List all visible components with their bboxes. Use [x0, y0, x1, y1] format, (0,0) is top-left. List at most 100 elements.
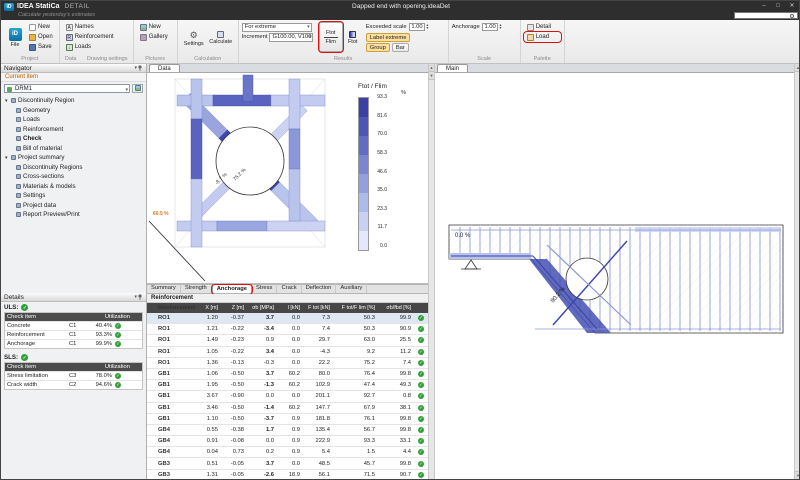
tab-anchorage[interactable]: Anchorage — [212, 284, 252, 293]
ftot-flim-button[interactable]: Ftot Flim — [319, 22, 343, 52]
tab-stress[interactable]: Stress — [252, 284, 277, 293]
tab-summary[interactable]: Summary — [147, 284, 181, 293]
vertical-scrollbar[interactable]: ▲ ▼ — [428, 64, 435, 479]
current-item-picture-button[interactable] — [132, 84, 143, 93]
tab-data[interactable]: Data — [149, 64, 180, 72]
scroll-down-icon[interactable]: ▼ — [429, 72, 434, 80]
pin-icon[interactable] — [137, 294, 143, 300]
tree-item-bill-of-material[interactable]: Bill of material — [1, 144, 146, 154]
group-label-pictures: Pictures — [134, 56, 177, 62]
spin-down-icon[interactable]: ▼ — [426, 27, 429, 31]
search-input[interactable] — [735, 13, 789, 18]
tab-deflection[interactable]: Deflection — [302, 284, 337, 293]
increment-select[interactable]: G100.00, V100.00... ▾ — [269, 33, 313, 42]
tree-item-geometry[interactable]: Geometry — [1, 106, 146, 116]
increment-value: G100.00, V100.00... — [272, 34, 313, 40]
table-row[interactable]: RO11.20-0.373.70.07.350.399.9✓ — [147, 313, 428, 324]
check-icon: ✓ — [418, 337, 424, 343]
maximize-button[interactable]: □ — [771, 1, 785, 11]
names-toggle[interactable]: A Names — [63, 22, 130, 32]
table-row[interactable]: GB13.46-0.50-1.460.2147.767.938.1✓ — [147, 403, 428, 414]
legend-band — [359, 136, 368, 155]
ftot-button[interactable]: Ftot — [343, 22, 363, 54]
table-row[interactable]: GB13.67-0.900.00.0201.192.70.8✓ — [147, 391, 428, 402]
table-row[interactable]: RO11.36-0.13-0.30.022.275.27.4✓ — [147, 358, 428, 369]
pin-icon[interactable] — [137, 65, 143, 71]
check-combination: C1 — [69, 323, 85, 329]
tree-item-project-data[interactable]: Project data — [1, 201, 146, 211]
cell: -0.50 — [221, 371, 247, 377]
minimize-button[interactable]: – — [757, 1, 771, 11]
tree-item-reinforcement[interactable]: Reinforcement — [1, 125, 146, 135]
load-palette-button[interactable]: Load — [524, 32, 561, 42]
group-toggle[interactable]: Group — [366, 43, 390, 52]
spin-down-icon[interactable]: ▼ — [499, 27, 502, 31]
new-button[interactable]: New — [26, 22, 56, 32]
reinforcement-section-header[interactable]: Reinforcement — [147, 294, 428, 303]
details-row-stress-limitation[interactable]: Stress limitationC378.0%✓ — [5, 371, 142, 380]
tab-strength[interactable]: Strength — [181, 284, 212, 293]
table-row[interactable]: GB40.55-0.381.70.9135.456.799.8✓ — [147, 425, 428, 436]
exceeded-scale-stepper[interactable]: 1.00 ▲ ▼ — [409, 23, 429, 31]
loads-toggle[interactable]: ↓ Loads — [63, 42, 130, 52]
details-row-concrete[interactable]: ConcreteC140.4%✓ — [5, 321, 142, 330]
reinforcement-toggle[interactable]: R Reinforcement — [63, 32, 130, 42]
tree-item-label: Project data — [23, 202, 56, 209]
details-row-reinforcement[interactable]: ReinforcementC193.3%✓ — [5, 330, 142, 339]
bar-toggle[interactable]: Bar — [392, 43, 409, 52]
scroll-down-icon[interactable]: ▼ — [795, 471, 800, 479]
search-box[interactable] — [734, 12, 798, 19]
tree-item-report-preview-print[interactable]: Report Preview/Print — [1, 210, 146, 220]
scroll-up-icon[interactable]: ▲ — [429, 64, 434, 72]
anchorage-scale-stepper[interactable]: 1.00 ▲ ▼ — [482, 23, 502, 31]
table-row[interactable]: RO11.21-0.22-3.40.07.450.390.9✓ — [147, 324, 428, 335]
table-row[interactable]: GB40.91-0.080.00.9222.993.333.1✓ — [147, 436, 428, 447]
label-extreme-toggle[interactable]: Label extreme — [366, 33, 411, 42]
file-button[interactable]: iD File — [4, 22, 26, 54]
navigator-header[interactable]: Navigator ▾ — [1, 64, 146, 73]
picture-new-button[interactable]: New — [137, 22, 174, 32]
table-row[interactable]: GB11.10-0.50-3.70.9181.876.199.8✓ — [147, 414, 428, 425]
table-row[interactable]: GB30.51-0.053.70.048.545.799.8✓ — [147, 458, 428, 469]
cell: 0.04 — [195, 449, 221, 455]
tree-item-cross-sections[interactable]: Cross-sections — [1, 172, 146, 182]
detail-drawing-canvas[interactable]: -8.7 % 75.2 % 60.5 % Ftot / Flim % 93.38… — [147, 73, 428, 284]
close-button[interactable]: ✕ — [785, 1, 799, 11]
cell: 0.0 — [277, 349, 303, 355]
cell: GB4 — [155, 449, 195, 455]
table-row[interactable]: GB40.040.730.20.95.41.54.4✓ — [147, 447, 428, 458]
details-row-crack-width[interactable]: Crack widthC294.6%✓ — [5, 380, 142, 389]
cell: 1.05 — [195, 349, 221, 355]
vertical-scrollbar[interactable]: ▲ ▼ — [794, 64, 800, 479]
save-button[interactable]: Save — [26, 42, 56, 52]
tree-item-loads[interactable]: Loads — [1, 115, 146, 125]
settings-button[interactable]: ⚙ Settings — [181, 22, 207, 54]
tree-item-project-summary[interactable]: ▾Project summary — [1, 153, 146, 163]
scroll-up-icon[interactable]: ▲ — [795, 64, 800, 72]
tab-main[interactable]: Main — [437, 64, 468, 72]
tree-item-discontinuity-region[interactable]: ▾Discontinuity Region — [1, 96, 146, 106]
for-extreme-select[interactable]: For extreme ▾ — [242, 23, 312, 32]
table-row[interactable]: GB11.95-0.50-1.360.2102.947.449.3✓ — [147, 380, 428, 391]
detail-palette-button[interactable]: Detail — [524, 22, 561, 32]
cell: 4.4 — [378, 449, 414, 455]
table-row[interactable]: RO11.49-0.230.90.029.763.025.5✓ — [147, 335, 428, 346]
tree-item-discontinuity-regions[interactable]: Discontinuity Regions — [1, 163, 146, 173]
tab-auxiliary[interactable]: Auxiliary — [336, 284, 367, 293]
table-row[interactable]: RO11.05-0.223.40.0-4.39.211.2✓ — [147, 347, 428, 358]
gallery-button[interactable]: Gallery — [137, 32, 174, 42]
cell: 1.06 — [195, 371, 221, 377]
details-row-anchorage[interactable]: AnchorageC199.9%✓ — [5, 339, 142, 348]
cell: 18.9 — [277, 472, 303, 478]
calculate-button[interactable]: Calculate — [207, 22, 235, 54]
tree-item-materials-models[interactable]: Materials & models — [1, 182, 146, 192]
table-row[interactable]: GB11.06-0.503.760.280.076.499.8✓ — [147, 369, 428, 380]
tree-item-check[interactable]: Check — [1, 134, 146, 144]
open-button[interactable]: Open — [26, 32, 56, 42]
details-header[interactable]: Details ▾ — [1, 293, 146, 302]
current-item-combobox[interactable]: DRM1 ▾ — [4, 84, 130, 93]
tab-crack[interactable]: Crack — [277, 284, 301, 293]
tree-item-settings[interactable]: Settings — [1, 191, 146, 201]
beam-drawing-canvas[interactable]: 0.0 % 90.2 % — [435, 73, 794, 479]
table-row[interactable]: GB31.31-0.05-2.618.956.171.590.7✓ — [147, 470, 428, 479]
